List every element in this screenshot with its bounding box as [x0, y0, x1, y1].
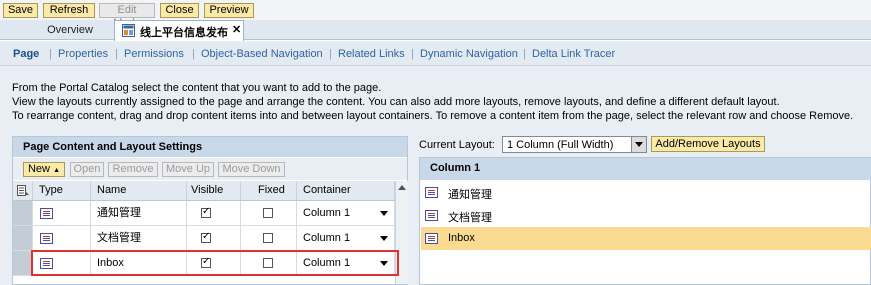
page-subnav: Page | Properties | Permissions | Object…: [0, 43, 871, 66]
instruction-line: To rearrange content, drag and drop cont…: [12, 110, 854, 122]
subnav-related-links[interactable]: Related Links: [338, 48, 405, 60]
panel-title: Page Content and Layout Settings: [23, 141, 203, 153]
current-layout-select[interactable]: 1 Column (Full Width): [502, 136, 647, 153]
close-button[interactable]: Close: [160, 3, 199, 18]
tab-active-page[interactable]: 线上平台信息发布 ✕: [114, 20, 244, 41]
chevron-down-icon: [380, 236, 388, 241]
subnav-dynamic-navigation[interactable]: Dynamic Navigation: [420, 48, 518, 60]
row-type-cell: [33, 201, 91, 226]
subnav-divider: |: [411, 48, 414, 60]
row-type-cell: [33, 226, 91, 251]
close-tab-icon[interactable]: ✕: [232, 23, 241, 36]
visible-checkbox[interactable]: [201, 206, 211, 218]
column-item-label: Inbox: [448, 232, 475, 244]
column-1-container: Column 1 通知管理 文档管理 Inbox: [419, 157, 871, 285]
selected-row-outline: [31, 250, 399, 276]
content-item-icon: [425, 210, 438, 221]
new-button-label: New: [27, 163, 50, 175]
subnav-permissions[interactable]: Permissions: [124, 48, 184, 60]
dropdown-icon: ▲: [53, 167, 60, 174]
fixed-checkbox[interactable]: [263, 233, 273, 243]
row-visible-cell: [187, 201, 241, 226]
column-header-visible[interactable]: Visible: [187, 181, 241, 201]
preview-button[interactable]: Preview: [204, 3, 254, 18]
subnav-divider: |: [49, 48, 52, 60]
chevron-down-icon: [380, 211, 388, 216]
instruction-line: From the Portal Catalog select the conte…: [12, 82, 382, 94]
save-button[interactable]: Save: [3, 3, 38, 18]
move-up-button[interactable]: Move Up: [162, 162, 214, 177]
row-selector[interactable]: [13, 251, 33, 276]
row-name-cell: 通知管理: [91, 201, 187, 226]
column-item-label: 通知管理: [448, 189, 492, 201]
subnav-divider: |: [523, 48, 526, 60]
column-header-name[interactable]: Name: [91, 181, 187, 201]
column-header-type[interactable]: Type: [33, 181, 91, 201]
subnav-object-based-navigation[interactable]: Object-Based Navigation: [201, 48, 323, 60]
open-button[interactable]: Open: [70, 162, 104, 177]
toolbar: Save Refresh Edit Mode Close Preview: [0, 0, 871, 29]
move-down-button[interactable]: Move Down: [218, 162, 285, 177]
visible-checkbox[interactable]: [201, 231, 211, 243]
row-name-cell: 文档管理: [91, 226, 187, 251]
row-selector[interactable]: [13, 201, 33, 226]
tab-overview[interactable]: Overview: [20, 22, 120, 39]
table-settings-icon[interactable]: [13, 181, 33, 201]
fixed-checkbox[interactable]: [263, 208, 273, 218]
content-item-icon: [40, 208, 53, 219]
container-dropdown[interactable]: Column 1: [297, 201, 395, 226]
subnav-delta-link-tracer[interactable]: Delta Link Tracer: [532, 48, 615, 60]
scroll-up-icon[interactable]: [398, 185, 406, 190]
column-header-container[interactable]: Container: [297, 181, 395, 201]
content-item-icon: [40, 233, 53, 244]
instruction-line: View the layouts currently assigned to t…: [12, 96, 780, 108]
container-dropdown[interactable]: Column 1: [297, 226, 395, 251]
column-item[interactable]: 通知管理: [421, 181, 871, 204]
column-header: Column 1: [420, 158, 871, 180]
subnav-divider: |: [192, 48, 195, 60]
remove-button[interactable]: Remove: [108, 162, 158, 177]
panel-header: Page Content and Layout Settings: [13, 137, 407, 157]
column-item[interactable]: 文档管理: [421, 204, 871, 227]
container-value: Column 1: [303, 207, 351, 219]
row-visible-cell: [187, 226, 241, 251]
page-icon: [122, 24, 135, 37]
row-fixed-cell: [241, 226, 297, 251]
column-item-label: 文档管理: [448, 212, 492, 224]
refresh-button[interactable]: Refresh: [43, 3, 95, 18]
content-item-icon: [425, 187, 438, 198]
row-fixed-cell: [241, 201, 297, 226]
edit-mode-button[interactable]: Edit Mode: [99, 3, 155, 29]
current-layout-value: 1 Column (Full Width): [507, 139, 614, 151]
subnav-page[interactable]: Page: [13, 48, 39, 60]
container-value: Column 1: [303, 232, 351, 244]
subnav-divider: |: [115, 48, 118, 60]
column-item-selected[interactable]: Inbox: [421, 227, 871, 250]
content-item-icon: [425, 233, 438, 244]
current-layout-label: Current Layout:: [419, 139, 495, 151]
chevron-down-icon[interactable]: [631, 137, 646, 152]
tab-active-label: 线上平台信息发布: [140, 27, 228, 39]
subnav-properties[interactable]: Properties: [58, 48, 108, 60]
column-title: Column 1: [430, 162, 481, 174]
new-button[interactable]: New ▲: [23, 162, 65, 177]
row-selector[interactable]: [13, 226, 33, 251]
add-remove-layouts-button[interactable]: Add/Remove Layouts: [651, 136, 765, 152]
content-toolbar: New ▲ Open Remove Move Up Move Down: [13, 158, 407, 180]
subnav-divider: |: [329, 48, 332, 60]
column-header-fixed[interactable]: Fixed: [241, 181, 297, 201]
